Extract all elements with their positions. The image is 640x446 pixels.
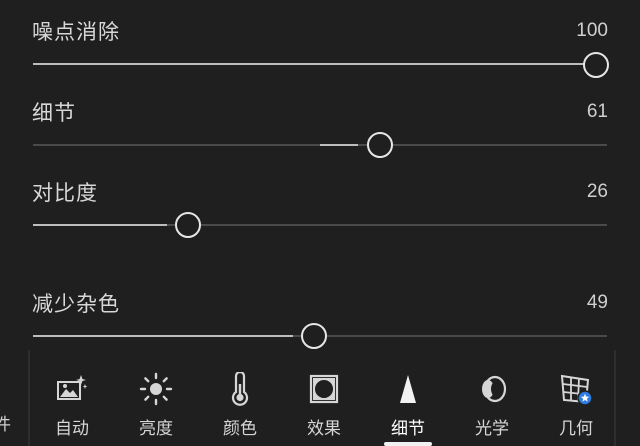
tab-effects[interactable]: 效果	[282, 350, 366, 446]
adjustment-panel: 噪点消除 100 细节 61 对比度 26 减少杂色 49	[0, 0, 640, 350]
tab-geometry-label: 几何	[559, 419, 593, 439]
tab-color[interactable]: 颜色	[198, 350, 282, 446]
tab-light-label: 亮度	[139, 419, 173, 439]
thermometer-icon	[231, 372, 249, 406]
contrast-thumb[interactable]	[175, 212, 201, 238]
detail-slider[interactable]	[33, 144, 607, 146]
tab-detail[interactable]: 细节	[366, 350, 450, 446]
noise-reduction-value: 100	[576, 20, 608, 41]
noise-reduction-slider[interactable]	[33, 63, 607, 65]
contrast-value: 26	[586, 181, 608, 202]
detail-fill	[320, 144, 358, 146]
bottom-toolbar: 自动 亮度 颜色 效果 细节 光学 几何 件	[0, 350, 640, 446]
noise-reduction-fill	[33, 63, 595, 65]
tab-detail-label: 细节	[391, 419, 425, 439]
vignette-icon	[309, 374, 339, 404]
contrast-label: 对比度	[32, 181, 98, 205]
reduce-color-noise-value: 49	[586, 292, 608, 313]
tab-profile-label-cut[interactable]: 件	[0, 410, 11, 435]
tab-light[interactable]: 亮度	[114, 350, 198, 446]
tab-auto-label: 自动	[55, 419, 89, 439]
reduce-color-noise-fill	[33, 335, 293, 337]
toolbar-tabs: 自动 亮度 颜色 效果 细节 光学 几何	[28, 350, 616, 446]
noise-reduction-thumb[interactable]	[583, 52, 609, 78]
detail-thumb[interactable]	[367, 132, 393, 158]
contrast-slider[interactable]	[33, 224, 607, 226]
tab-color-label: 颜色	[223, 419, 257, 439]
grid-perspective-icon	[560, 374, 593, 406]
detail-label: 细节	[32, 101, 76, 125]
auto-enhance-icon	[57, 375, 88, 400]
detail-value: 61	[586, 101, 608, 122]
tab-optics-label: 光学	[475, 419, 509, 439]
reduce-color-noise-thumb[interactable]	[301, 323, 327, 349]
reduce-color-noise-label: 减少杂色	[32, 292, 120, 316]
tab-optics[interactable]: 光学	[450, 350, 534, 446]
noise-reduction-label: 噪点消除	[32, 20, 120, 44]
tab-auto[interactable]: 自动	[30, 350, 114, 446]
sun-icon	[139, 372, 173, 406]
triangle-detail-icon	[400, 375, 416, 403]
lens-icon	[482, 375, 507, 403]
tab-effects-label: 效果	[307, 419, 341, 439]
active-tab-indicator	[384, 442, 432, 446]
tab-geometry[interactable]: 几何	[534, 350, 618, 446]
contrast-fill	[33, 224, 167, 226]
